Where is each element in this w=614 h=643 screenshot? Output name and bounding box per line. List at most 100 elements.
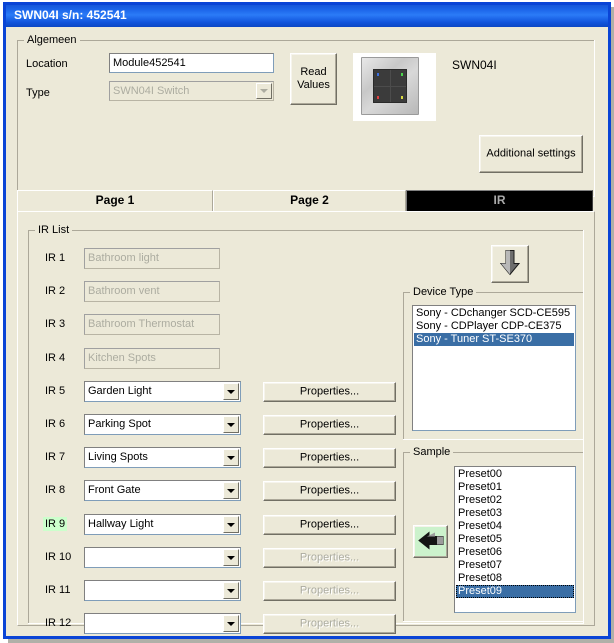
location-label: Location bbox=[26, 58, 68, 70]
ir-row-dropdown-value: Hallway Light bbox=[88, 518, 154, 530]
ir-row-dropdown[interactable] bbox=[84, 547, 241, 568]
ir-row-dropdown-button[interactable] bbox=[223, 416, 239, 433]
tab-page-1[interactable]: Page 1 bbox=[17, 190, 213, 211]
ir-row-dropdown-button[interactable] bbox=[223, 549, 239, 566]
ir-row-label: IR 2 bbox=[45, 285, 66, 297]
additional-settings-button-label: Additional settings bbox=[486, 147, 576, 160]
type-label: Type bbox=[26, 87, 50, 99]
ir-row-label: IR 7 bbox=[45, 451, 66, 463]
ir-row-properties-button: Properties... bbox=[263, 614, 396, 634]
ir-row-properties-button-label: Properties... bbox=[299, 551, 360, 564]
sample-preset-item[interactable]: Preset04 bbox=[456, 520, 574, 533]
ir-row-dropdown[interactable]: Garden Light bbox=[84, 381, 241, 402]
led-top-right-icon bbox=[401, 73, 403, 76]
ir-row-properties-button[interactable]: Properties... bbox=[263, 481, 396, 501]
ir-row-dropdown[interactable] bbox=[84, 613, 241, 634]
location-input[interactable]: Module452541 bbox=[109, 53, 274, 73]
ir-row-properties-button[interactable]: Properties... bbox=[263, 448, 396, 468]
ir-row-properties-button[interactable]: Properties... bbox=[263, 415, 396, 435]
chevron-down-icon bbox=[227, 555, 235, 560]
ir-row-dropdown-button[interactable] bbox=[223, 482, 239, 499]
transfer-sample-button[interactable] bbox=[413, 525, 448, 558]
tab-control: Page 1 Page 2 IR IR List IR 1 Bathroom l… bbox=[17, 190, 595, 634]
ir-row-properties-button: Properties... bbox=[263, 548, 396, 568]
ir-row-properties-button-label: Properties... bbox=[299, 484, 360, 497]
ir-row-dropdown-value: Front Gate bbox=[88, 484, 141, 496]
tab-ir[interactable]: IR bbox=[406, 190, 593, 211]
sample-preset-item[interactable]: Preset07 bbox=[456, 559, 574, 572]
read-values-button-label: Read Values bbox=[297, 66, 330, 91]
swn04i-switch-thumbnail bbox=[353, 53, 436, 121]
ir-row-properties-button: Properties... bbox=[263, 581, 396, 601]
sample-preset-item[interactable]: Preset00 bbox=[456, 468, 574, 481]
ir-row-textbox: Bathroom Thermostat bbox=[84, 314, 220, 335]
led-bottom-right-icon bbox=[401, 96, 403, 99]
window-title: SWN04I s/n: 452541 bbox=[14, 8, 127, 22]
left-arrow-icon bbox=[417, 530, 444, 552]
chevron-down-icon bbox=[227, 422, 235, 427]
ir-row-dropdown[interactable]: Parking Spot bbox=[84, 414, 241, 435]
ir-row-dropdown-button[interactable] bbox=[223, 615, 239, 632]
tab-ir-label: IR bbox=[493, 193, 506, 207]
read-values-button[interactable]: Read Values bbox=[290, 53, 337, 105]
chevron-down-icon bbox=[227, 389, 235, 394]
chevron-down-icon bbox=[227, 455, 235, 460]
device-type-item[interactable]: Sony - CDchanger SCD-CE595 bbox=[414, 307, 574, 320]
type-dropdown-value: SWN04I Switch bbox=[113, 85, 190, 97]
device-type-group-title: Device Type bbox=[410, 287, 477, 298]
device-type-item[interactable]: Sony - Tuner ST-SE370 bbox=[414, 333, 574, 346]
sample-preset-item[interactable]: Preset02 bbox=[456, 494, 574, 507]
ir-row-dropdown[interactable]: Front Gate bbox=[84, 480, 241, 501]
ir-row-label: IR 8 bbox=[45, 484, 66, 496]
ir-row-properties-button-label: Properties... bbox=[299, 385, 360, 398]
ir-row-properties-button-label: Properties... bbox=[299, 418, 360, 431]
client-area: Algemeen Location Module452541 Type SWN0… bbox=[6, 27, 608, 636]
title-bar[interactable]: SWN04I s/n: 452541 bbox=[6, 5, 608, 27]
ir-row-properties-button[interactable]: Properties... bbox=[263, 515, 396, 535]
ir-row-dropdown-button[interactable] bbox=[223, 449, 239, 466]
ir-row-label: IR 6 bbox=[45, 418, 66, 430]
switch-button-graphic bbox=[373, 69, 407, 103]
switch-plate-graphic bbox=[361, 57, 419, 115]
sample-preset-item[interactable]: Preset09 bbox=[456, 585, 574, 598]
ir-row-properties-button[interactable]: Properties... bbox=[263, 382, 396, 402]
ir-row-dropdown-value: Garden Light bbox=[88, 385, 152, 397]
tab-page-ir: IR List IR 1 Bathroom light IR 2 Bathroom v… bbox=[17, 211, 595, 634]
switch-seam-vertical bbox=[390, 70, 391, 102]
ir-row-dropdown[interactable]: Hallway Light bbox=[84, 514, 241, 535]
sample-group-title: Sample bbox=[410, 447, 454, 458]
sample-items: Preset00 Preset01 Preset02 Preset03 Preset04… bbox=[456, 468, 574, 598]
sample-listbox[interactable]: Preset00 Preset01 Preset02 Preset03 Preset04… bbox=[454, 466, 576, 613]
ir-row-dropdown-button[interactable] bbox=[223, 582, 239, 599]
ir-row-properties-button-label: Properties... bbox=[299, 617, 360, 630]
window-frame: SWN04I s/n: 452541 Algemeen Location Mod… bbox=[3, 2, 611, 639]
type-dropdown: SWN04I Switch bbox=[109, 81, 274, 101]
device-type-listbox[interactable]: Sony - CDchanger SCD-CE595 Sony - CDPlaye… bbox=[412, 305, 576, 431]
device-type-items: Sony - CDchanger SCD-CE595 Sony - CDPlaye… bbox=[414, 307, 574, 346]
device-type-item[interactable]: Sony - CDPlayer CDP-CE375 bbox=[414, 320, 574, 333]
tab-strip: Page 1 Page 2 IR bbox=[17, 190, 595, 212]
tab-page-2-label: Page 2 bbox=[290, 193, 329, 207]
ir-row-textbox: Kitchen Spots bbox=[84, 348, 220, 369]
sample-preset-item[interactable]: Preset03 bbox=[456, 507, 574, 520]
additional-settings-button[interactable]: Additional settings bbox=[479, 135, 583, 173]
ir-row-label: IR 5 bbox=[45, 385, 66, 397]
ir-row-dropdown[interactable] bbox=[84, 580, 241, 601]
ir-row-dropdown-value: Living Spots bbox=[88, 451, 148, 463]
ir-row-textbox: Bathroom light bbox=[84, 248, 220, 269]
sample-preset-item[interactable]: Preset01 bbox=[456, 481, 574, 494]
ir-row-textbox: Bathroom vent bbox=[84, 281, 220, 302]
ir-row-dropdown-button[interactable] bbox=[223, 383, 239, 400]
ir-row-label: IR 1 bbox=[45, 252, 66, 264]
tab-page-2[interactable]: Page 2 bbox=[213, 190, 406, 211]
sample-preset-item[interactable]: Preset06 bbox=[456, 546, 574, 559]
ir-row-label: IR 9 bbox=[43, 517, 68, 531]
chevron-down-icon bbox=[227, 522, 235, 527]
tab-page-1-label: Page 1 bbox=[95, 193, 135, 207]
device-name-label: SWN04I bbox=[452, 58, 497, 72]
type-dropdown-button bbox=[256, 83, 272, 99]
ir-row-dropdown[interactable]: Living Spots bbox=[84, 447, 241, 468]
sample-preset-item[interactable]: Preset08 bbox=[456, 572, 574, 585]
sample-preset-item[interactable]: Preset05 bbox=[456, 533, 574, 546]
ir-row-dropdown-button[interactable] bbox=[223, 516, 239, 533]
